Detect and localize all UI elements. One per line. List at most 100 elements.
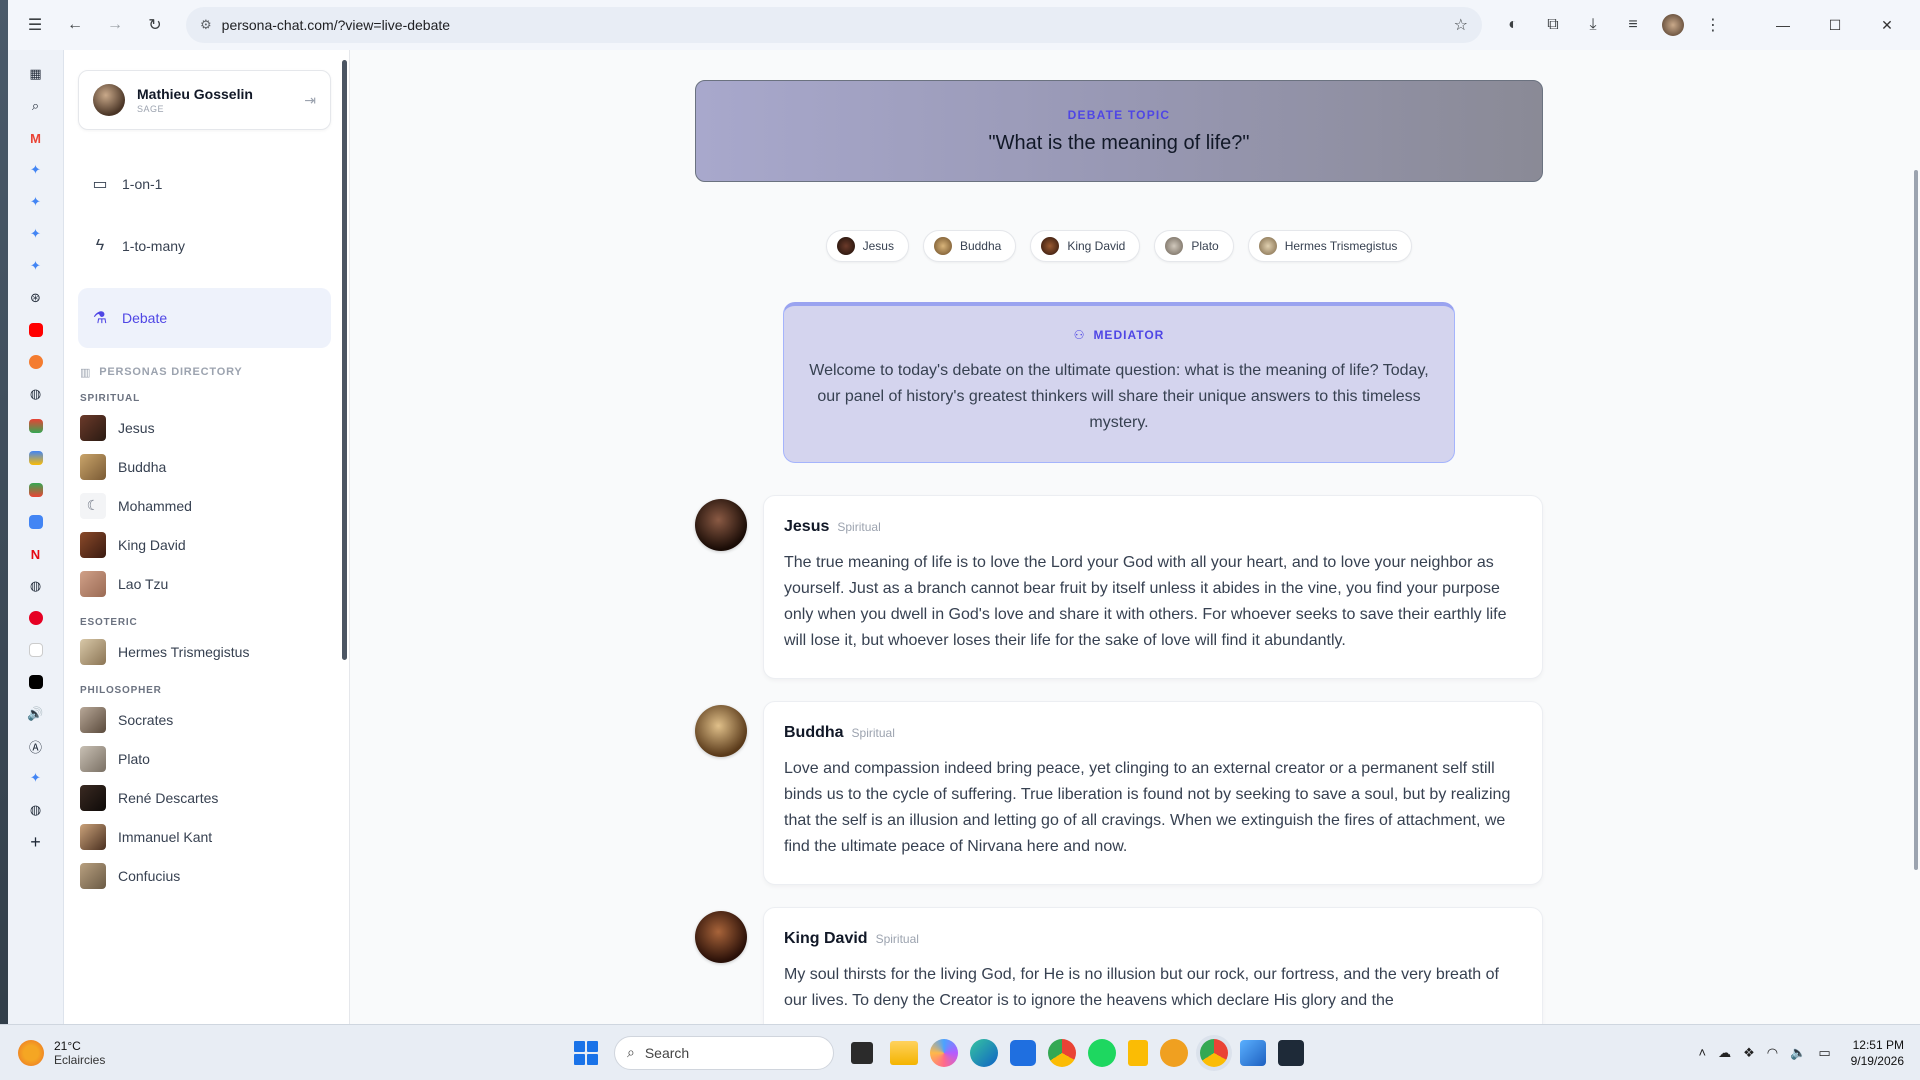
sidebar-persona-lao-tzu[interactable]: Lao Tzu [78,564,331,603]
gemini-icon[interactable]: ✦ [24,762,48,794]
keep-icon[interactable] [1128,1039,1148,1066]
persona-thumbnail [80,638,106,665]
globe-icon[interactable]: ◍ [24,378,48,410]
participant-chip-buddha[interactable]: Buddha [922,230,1017,262]
reading-list-icon[interactable]: ≡ [1616,8,1650,42]
onedrive-off-icon[interactable]: ☁ [1718,1045,1731,1061]
nav-item-1-on-1[interactable]: ▭ 1-on-1 [78,154,331,214]
avatar [695,705,747,757]
weather-widget[interactable]: 21°C Eclaircies [0,1039,240,1067]
clock[interactable]: 12:51 PM 9/19/2026 [1851,1037,1904,1069]
url-text[interactable]: persona-chat.com/?view=live-debate [222,17,1444,33]
wifi-icon[interactable]: ◠ [1767,1045,1778,1061]
apps-grid-icon[interactable]: ▦ [24,58,48,90]
reload-icon[interactable]: ↻ [138,8,172,42]
bookmark-star-icon[interactable]: ☆ [1454,15,1468,35]
globe-icon[interactable]: ◍ [24,570,48,602]
avatar [93,84,125,116]
file-explorer-icon[interactable] [890,1040,918,1065]
chevron-up-icon[interactable]: ˄ [1699,1045,1707,1060]
globe-icon[interactable]: ◍ [24,794,48,826]
sidebar-persona-hermes-trismegistus[interactable]: Hermes Trismegistus [78,632,331,671]
menu-kebab-icon[interactable]: ⋮ [1696,8,1730,42]
app-icon[interactable] [1160,1038,1188,1067]
nav-item-debate[interactable]: ⚗ Debate [78,288,331,348]
gemini-icon[interactable]: ✦ [24,154,48,186]
back-icon[interactable]: ← [58,8,92,42]
app-icon[interactable] [1278,1039,1304,1066]
persona-thumbnail [80,862,106,889]
profile-avatar-icon[interactable] [1656,8,1690,42]
edge-icon[interactable] [970,1038,998,1067]
maximize-icon[interactable]: ☐ [1812,0,1858,50]
gemini-icon[interactable]: ✦ [24,186,48,218]
main-scrollbar[interactable] [1914,170,1918,870]
chrome-active-icon[interactable] [1200,1038,1228,1067]
avatar [1041,237,1060,255]
app-icon[interactable] [24,346,48,378]
app-icon[interactable] [24,474,48,506]
taskbar-search[interactable]: ⌕ Search [614,1035,834,1070]
avatar [695,499,747,551]
participant-chip-jesus[interactable]: Jesus [825,230,909,262]
app-icon[interactable] [24,442,48,474]
gmail-icon[interactable]: M [24,122,48,154]
battery-icon[interactable]: ▭ [1818,1045,1830,1061]
chrome-icon[interactable] [1048,1038,1076,1067]
close-icon[interactable]: ✕ [1864,0,1910,50]
topic-label: DEBATE TOPIC [1067,107,1171,122]
debate-view: DEBATE TOPIC "What is the meaning of lif… [350,50,1920,1024]
audio-icon[interactable]: 🔊 [24,698,48,730]
search-panel-icon[interactable]: ⌕ [24,90,48,122]
address-bar[interactable]: ⚙ persona-chat.com/?view=live-debate ☆ [186,7,1482,43]
sidebar-scrollbar[interactable] [342,60,347,660]
gemini-icon[interactable]: ✦ [24,250,48,282]
participant-chip-king-david[interactable]: King David [1030,230,1141,262]
sidebar-persona-buddha[interactable]: Buddha [78,447,331,486]
persona-thumbnail [80,784,106,811]
site-info-icon[interactable]: ⚙ [200,17,212,33]
add-icon[interactable]: + [24,826,48,858]
sidebar-persona-plato[interactable]: Plato [78,739,331,778]
sidebar-persona-immanuel-kant[interactable]: Immanuel Kant [78,817,331,856]
extensions-puzzle-icon[interactable]: ⧉ [1536,8,1570,42]
openai-icon[interactable]: ⊛ [24,282,48,314]
app-icon[interactable]: Ⓐ [24,730,48,762]
logout-icon[interactable]: ⇥ [304,92,316,109]
minimize-icon[interactable]: — [1760,0,1806,50]
pinterest-icon[interactable] [24,602,48,634]
participant-chip-plato[interactable]: Plato [1154,230,1234,262]
downloads-icon[interactable]: ⤓ [1576,8,1610,42]
forward-icon[interactable]: → [98,8,132,42]
tiktok-icon[interactable] [24,666,48,698]
sun-cloud-icon [18,1039,44,1066]
sidebar-persona-socrates[interactable]: Socrates [78,700,331,739]
user-role: SAGE [137,104,165,114]
task-view-icon[interactable] [851,1041,873,1064]
app-icon[interactable] [24,410,48,442]
dropbox-icon[interactable]: ❖ [1743,1045,1755,1061]
mediator-card: ⚇ MEDIATOR Welcome to today's debate on … [783,302,1455,463]
volume-icon[interactable]: 🔈 [1790,1045,1806,1061]
youtube-icon[interactable] [24,314,48,346]
netflix-icon[interactable]: N [24,538,48,570]
docs-icon[interactable] [24,506,48,538]
sidebar-persona-mohammed[interactable]: ☾ Mohammed [78,486,331,525]
start-button[interactable] [570,1037,602,1069]
copilot-icon[interactable] [930,1038,958,1067]
spotify-icon[interactable] [1088,1038,1116,1067]
sidebar-persona-jesus[interactable]: Jesus [78,408,331,447]
library-icon: ▥ [80,367,92,379]
extension-icon[interactable]: ◐ [1496,8,1530,42]
gemini-icon[interactable]: ✦ [24,218,48,250]
participant-chip-hermes-trismegistus[interactable]: Hermes Trismegistus [1247,230,1413,262]
app-icon[interactable] [1240,1039,1266,1066]
avatar [836,237,855,255]
sidebar-persona-king-david[interactable]: King David [78,525,331,564]
store-icon[interactable] [1010,1039,1036,1066]
app-icon[interactable] [24,634,48,666]
sidebar-persona-confucius[interactable]: Confucius [78,856,331,895]
sidebar-persona-rene-descartes[interactable]: René Descartes [78,778,331,817]
tab-search-icon[interactable]: ☰ [18,8,52,42]
nav-item-1-to-many[interactable]: ϟ 1-to-many [78,216,331,276]
